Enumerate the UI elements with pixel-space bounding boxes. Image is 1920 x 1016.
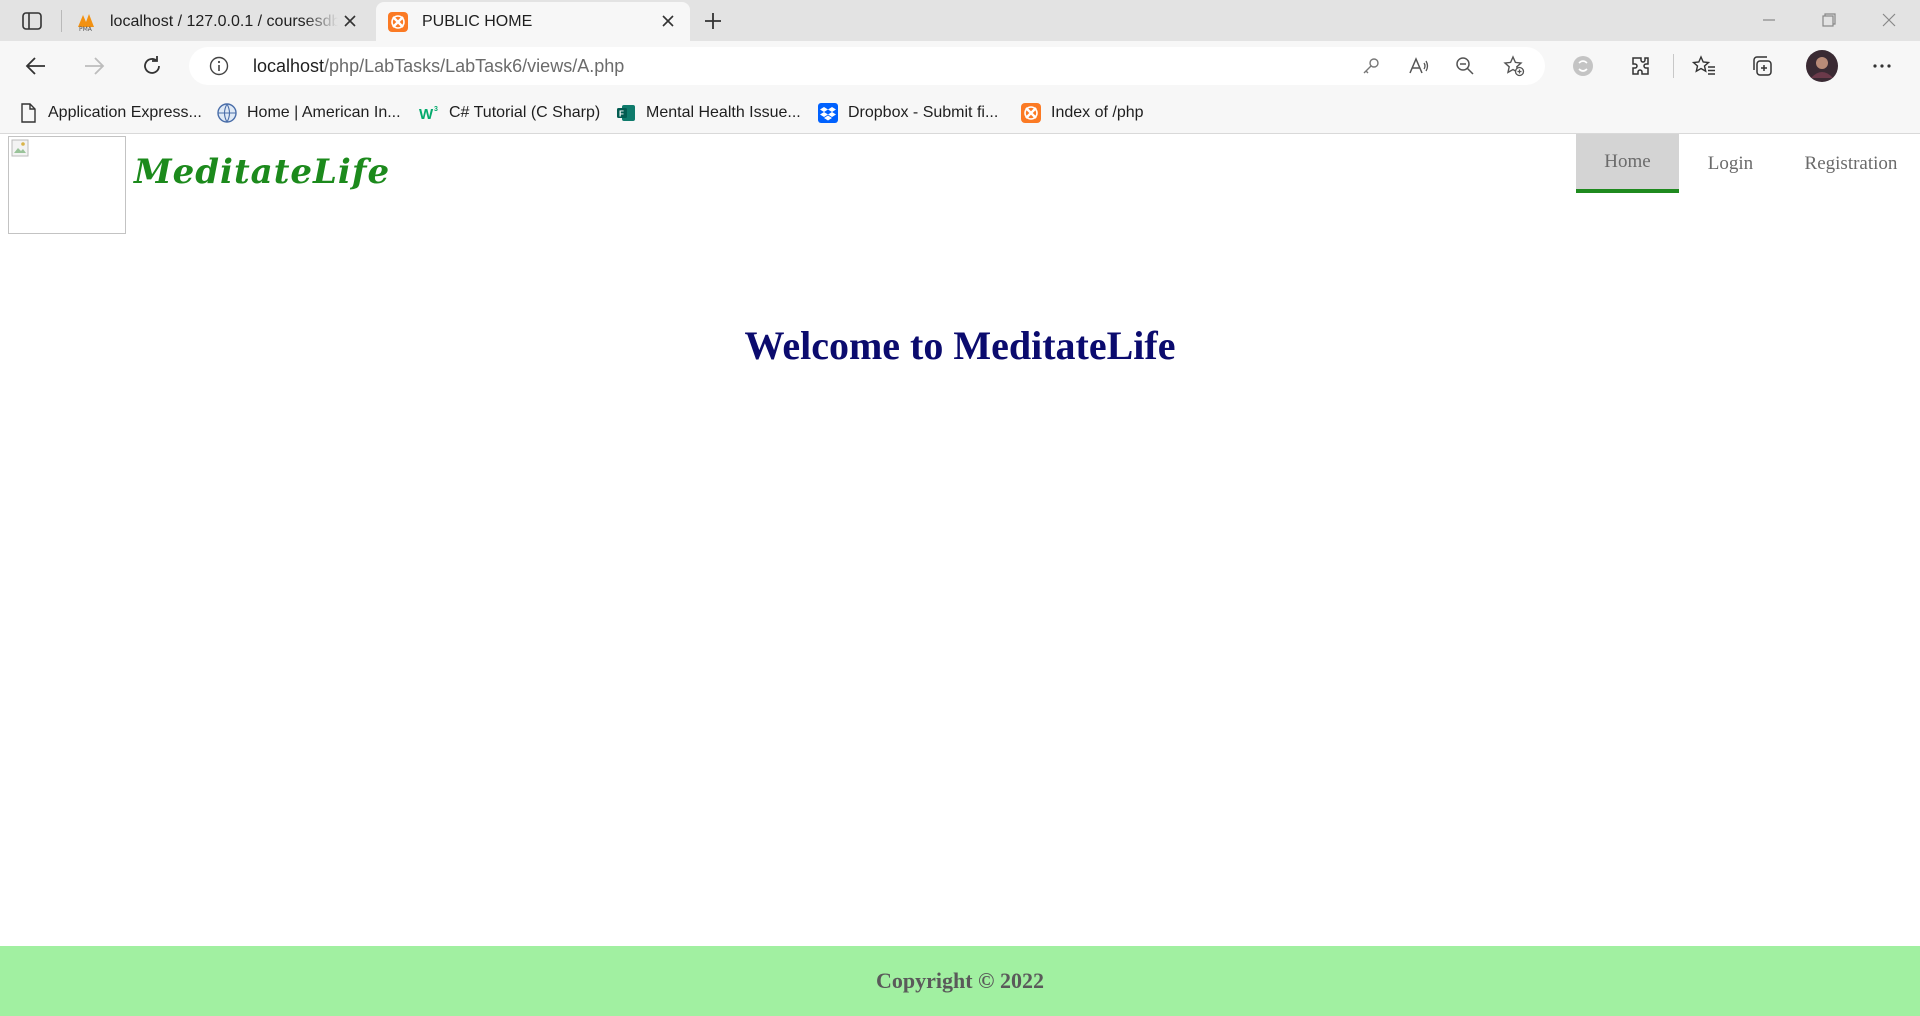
bookmark-application-express[interactable]: Application Express...: [18, 92, 202, 133]
key-icon[interactable]: [1361, 56, 1381, 81]
svg-text:F: F: [619, 109, 624, 118]
read-aloud-icon[interactable]: [1408, 56, 1430, 81]
minimize-icon[interactable]: [1746, 4, 1792, 36]
tab-title: PUBLIC HOME: [422, 12, 533, 30]
bookmark-index-of-php[interactable]: Index of /php: [1021, 92, 1144, 133]
close-icon[interactable]: [660, 13, 676, 29]
bookmark-label: Index of /php: [1051, 103, 1144, 121]
xampp-icon: [1021, 102, 1041, 123]
url-path: /php/LabTasks/LabTask6/views/A.php: [324, 56, 625, 76]
add-favorite-icon[interactable]: [1503, 55, 1525, 82]
restore-icon[interactable]: [1806, 4, 1852, 36]
url-text[interactable]: localhost/php/LabTasks/LabTask6/views/A.…: [253, 56, 624, 77]
svg-text:3: 3: [434, 106, 438, 113]
favorites-icon[interactable]: [1686, 48, 1722, 84]
profile-avatar[interactable]: [1804, 48, 1840, 84]
tab-title: localhost / 127.0.0.1 / coursesdb: [110, 12, 338, 30]
dropbox-icon: [818, 102, 838, 123]
close-window-icon[interactable]: [1866, 4, 1912, 36]
copyright-text: Copyright © 2022: [876, 968, 1044, 993]
site-info-icon[interactable]: [209, 56, 229, 81]
bookmark-label: Mental Health Issue...: [646, 103, 801, 121]
site-name: MeditateLife: [134, 152, 391, 192]
nav-registration[interactable]: Registration: [1782, 134, 1920, 193]
more-options-icon[interactable]: [1864, 48, 1900, 84]
footer: Copyright © 2022: [0, 946, 1920, 1016]
bookmark-label: Dropbox - Submit fi...: [848, 103, 999, 121]
forms-icon: F: [616, 103, 636, 123]
extensions-icon[interactable]: [1623, 48, 1659, 84]
bookmark-csharp-tutorial[interactable]: W3 C# Tutorial (C Sharp): [419, 92, 600, 133]
xampp-icon: [388, 11, 408, 32]
browser-title-bar: PMA localhost / 127.0.0.1 / coursesdb PU…: [0, 0, 1920, 41]
bookmark-label: Home | American In...: [247, 103, 401, 121]
bookmarks-bar: Application Express... Home | American I…: [0, 92, 1920, 134]
refresh-icon[interactable]: [134, 48, 170, 84]
nav-login[interactable]: Login: [1679, 134, 1782, 193]
url-host: localhost: [253, 56, 325, 76]
nav-home[interactable]: Home: [1576, 134, 1679, 193]
new-tab-icon[interactable]: [695, 6, 731, 36]
broken-logo-image: [8, 136, 126, 234]
tab-phpmyadmin[interactable]: PMA localhost / 127.0.0.1 / coursesdb: [64, 2, 372, 41]
browser-toolbar: localhost/php/LabTasks/LabTask6/views/A.…: [0, 41, 1920, 92]
zoom-out-icon[interactable]: [1455, 56, 1475, 81]
address-bar[interactable]: localhost/php/LabTasks/LabTask6/views/A.…: [189, 47, 1545, 85]
bookmark-dropbox[interactable]: Dropbox - Submit fi...: [818, 92, 998, 133]
collections-icon[interactable]: [1744, 48, 1780, 84]
tab-public-home[interactable]: PUBLIC HOME: [376, 2, 690, 41]
close-icon[interactable]: [342, 13, 358, 29]
browser-essentials-icon[interactable]: [1565, 48, 1601, 84]
w3schools-icon: W3: [419, 103, 439, 123]
globe-icon: [217, 102, 237, 123]
bookmark-american-in[interactable]: Home | American In...: [217, 92, 401, 133]
bookmark-label: C# Tutorial (C Sharp): [449, 103, 601, 121]
page-icon: [18, 102, 38, 123]
bookmark-label: Application Express...: [48, 103, 202, 121]
phpmyadmin-icon: PMA: [76, 12, 96, 33]
tab-actions-icon[interactable]: [14, 6, 50, 36]
svg-text:PMA: PMA: [79, 26, 93, 32]
forward-icon[interactable]: [76, 48, 112, 84]
welcome-heading: Welcome to MeditateLife: [744, 323, 1176, 368]
bookmark-mental-health[interactable]: F Mental Health Issue...: [616, 92, 801, 133]
svg-text:W: W: [419, 106, 434, 123]
back-icon[interactable]: [18, 48, 54, 84]
web-page: MeditateLife Home Login Registration Wel…: [0, 134, 1920, 1016]
